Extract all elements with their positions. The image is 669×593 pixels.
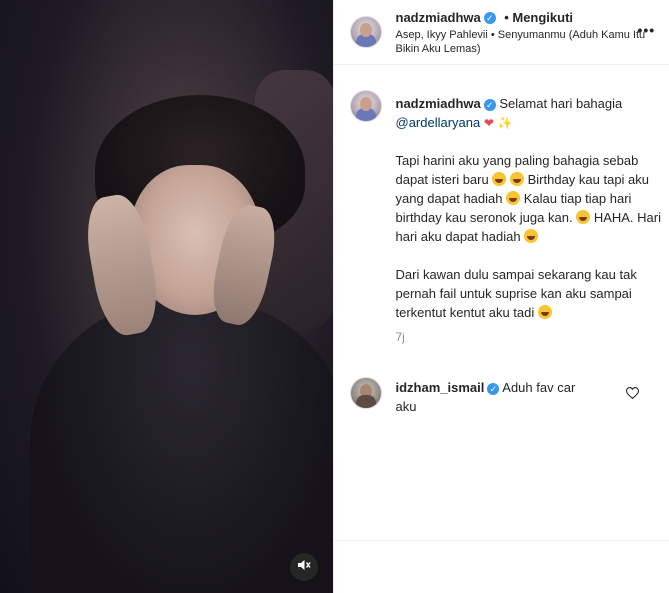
verified-badge-icon: ✓ [483, 98, 496, 111]
author-username[interactable]: nadzmiadhwa [396, 10, 481, 25]
post-side-panel: nadzmiadhwa ✓ • Mengikuti Asep, Ikyy Pahl… [332, 0, 669, 593]
more-options-icon[interactable]: ••• [638, 22, 656, 38]
sound-off-icon [297, 558, 311, 577]
mention-link[interactable]: @ardellaryana [396, 115, 481, 130]
laughing-emoji [509, 172, 524, 186]
mute-button[interactable] [290, 553, 318, 581]
laughing-emoji [506, 191, 521, 205]
tongue-emoji [537, 305, 552, 319]
audio-track-link[interactable]: Asep, Ikyy Pahlevii • Senyumanmu (Aduh K… [396, 28, 656, 56]
heart-outline-icon[interactable] [625, 386, 639, 404]
post-header: nadzmiadhwa ✓ • Mengikuti Asep, Ikyy Pahl… [333, 0, 669, 65]
caption-username[interactable]: nadzmiadhwa [396, 96, 481, 111]
sparkles-emoji: ✨ [497, 116, 513, 130]
caption-avatar[interactable] [349, 90, 382, 122]
laughing-emoji [576, 210, 591, 224]
follow-status[interactable]: • Mengikuti [504, 10, 573, 25]
caption-line-kawan: Dari kawan dulu sampai sekarang kau tak … [395, 267, 637, 320]
post-timestamp[interactable]: 7j [396, 330, 405, 344]
verified-badge-icon: ✓ [487, 382, 500, 395]
commenter-username[interactable]: idzham_ismail [396, 380, 485, 395]
verified-badge-icon: ✓ [483, 11, 496, 24]
hugging-emoji [524, 229, 539, 243]
post-caption: nadzmiadhwa ✓ Selamat hari bahagia @ardel… [396, 94, 662, 347]
laughing-emoji [492, 172, 507, 186]
author-avatar[interactable] [349, 16, 382, 48]
person-body [30, 300, 333, 593]
post-video[interactable] [0, 0, 333, 593]
action-divider [333, 540, 669, 541]
comment-item: idzham_ismail ✓ Aduh fav car aku [396, 378, 596, 416]
caption-greeting: Selamat hari bahagia [499, 96, 623, 111]
red-heart-emoji: ❤ [483, 116, 494, 130]
commenter-avatar[interactable] [349, 377, 382, 409]
